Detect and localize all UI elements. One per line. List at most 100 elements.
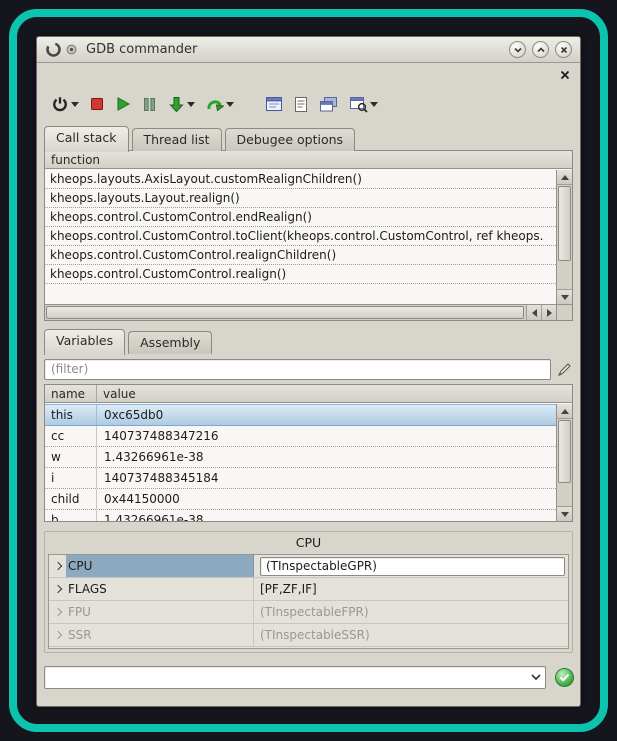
filter-input[interactable]	[44, 359, 551, 380]
variable-value: 140737488345184	[97, 468, 556, 488]
variable-name: cc	[45, 426, 97, 446]
callstack-row[interactable]: kheops.control.CustomControl.realign()	[45, 265, 556, 284]
stack-tabbar: Call stack Thread list Debugee options	[44, 127, 358, 151]
variables-panel: name value this 0xc65db0 cc 140737488347…	[44, 384, 573, 522]
scroll-right-icon[interactable]	[541, 305, 556, 320]
callstack-row[interactable]: kheops.control.CustomControl.endRealign(…	[45, 208, 556, 227]
titlebar[interactable]: GDB commander	[37, 37, 580, 63]
variable-row-w[interactable]: w 1.43266961e-38	[45, 447, 556, 468]
variable-name: w	[45, 447, 97, 467]
cpu-register-name[interactable]: FPU	[66, 601, 254, 623]
combo-dropdown-icon[interactable]	[527, 667, 545, 688]
command-row	[44, 665, 574, 689]
cpu-groupbox: CPU CPU (TInspectableGPR) FLAGS [PF,ZF,I…	[44, 531, 573, 653]
step-over-dropdown-icon[interactable]	[226, 102, 234, 107]
cpu-register-name[interactable]: SSR	[66, 624, 254, 646]
pause-button[interactable]	[140, 95, 159, 114]
variable-row-cc[interactable]: cc 140737488347216	[45, 426, 556, 447]
callstack-column-function[interactable]: function	[45, 151, 106, 168]
scroll-left-icon[interactable]	[526, 305, 541, 320]
step-into-button[interactable]	[166, 94, 197, 115]
callstack-header[interactable]: function	[45, 151, 572, 169]
expander-icon[interactable]	[49, 578, 66, 600]
variable-row-i[interactable]: i 140737488345184	[45, 468, 556, 489]
cpu-register-value: [PF,ZF,IF]	[254, 578, 568, 600]
power-dropdown-icon[interactable]	[71, 102, 79, 107]
variable-value: 1.43266961e-38	[97, 447, 556, 467]
expander-icon[interactable]	[49, 624, 66, 646]
run-button[interactable]	[113, 94, 133, 114]
command-input[interactable]	[45, 667, 527, 688]
inspect-button[interactable]	[347, 94, 380, 115]
step-over-button[interactable]	[204, 94, 236, 115]
show-log-button[interactable]	[292, 94, 310, 115]
scroll-up-icon[interactable]	[557, 404, 572, 419]
cpu-row-flags[interactable]: FLAGS [PF,ZF,IF]	[49, 578, 568, 601]
variables-header[interactable]: name value	[45, 385, 572, 403]
cpu-value-field[interactable]: (TInspectableGPR)	[260, 557, 565, 576]
variables-vertical-scrollbar[interactable]	[556, 404, 572, 521]
variable-value: 0xc65db0	[97, 405, 556, 425]
callstack-row[interactable]: kheops.control.CustomControl.toClient(kh…	[45, 227, 556, 246]
callstack-vertical-scrollbar[interactable]	[556, 170, 572, 304]
cpu-row-ssr[interactable]: SSR (TInspectableSSR)	[49, 624, 568, 647]
cpu-register-value: (TInspectableGPR)	[254, 555, 568, 577]
execute-button[interactable]	[555, 668, 574, 687]
scroll-track[interactable]	[557, 419, 572, 506]
cpu-row-fpu[interactable]: FPU (TInspectableFPR)	[49, 601, 568, 624]
scroll-thumb[interactable]	[558, 186, 571, 261]
app-menu-icon[interactable]	[65, 44, 77, 56]
shade-button[interactable]	[509, 41, 526, 58]
cpu-register-value: (TInspectableSSR)	[254, 624, 568, 646]
variable-name: i	[45, 468, 97, 488]
scrollbar-corner	[556, 304, 572, 320]
variables-rows: this 0xc65db0 cc 140737488347216 w 1.432…	[45, 404, 556, 521]
power-button[interactable]	[49, 93, 81, 115]
scroll-down-icon[interactable]	[557, 289, 572, 304]
cpu-register-name[interactable]: CPU	[66, 555, 254, 577]
maximize-button[interactable]	[532, 41, 549, 58]
tab-call-stack[interactable]: Call stack	[44, 126, 129, 152]
variables-column-name[interactable]: name	[45, 385, 97, 402]
variable-name: this	[45, 405, 97, 425]
app-icon	[45, 41, 62, 58]
variable-value: 140737488347216	[97, 426, 556, 446]
callstack-row[interactable]: kheops.control.CustomControl.realignChil…	[45, 246, 556, 265]
tab-thread-list[interactable]: Thread list	[132, 128, 222, 151]
variables-column-value[interactable]: value	[97, 385, 142, 402]
scroll-down-icon[interactable]	[557, 506, 572, 521]
show-windows-button[interactable]	[317, 94, 340, 115]
scroll-track[interactable]	[557, 185, 572, 289]
filter-pen-icon[interactable]	[556, 361, 572, 377]
tab-assembly[interactable]: Assembly	[128, 331, 212, 354]
variable-value: 0x44150000	[97, 489, 556, 509]
step-into-dropdown-icon[interactable]	[187, 102, 195, 107]
tab-debugee-options[interactable]: Debugee options	[225, 128, 356, 151]
cpu-row-cpu[interactable]: CPU (TInspectableGPR)	[49, 555, 568, 578]
cpu-register-value: (TInspectableFPR)	[254, 601, 568, 623]
callstack-horizontal-scrollbar[interactable]	[45, 304, 556, 320]
variable-name: child	[45, 489, 97, 509]
cpu-register-name[interactable]: FLAGS	[66, 578, 254, 600]
expander-icon[interactable]	[49, 555, 66, 577]
scroll-up-icon[interactable]	[557, 170, 572, 185]
scroll-track[interactable]	[45, 305, 526, 320]
gdb-commander-window: GDB commander	[36, 36, 581, 707]
variable-row-b[interactable]: b 1.43266961e-38	[45, 510, 556, 521]
show-form-button[interactable]	[263, 94, 285, 114]
variable-row-child[interactable]: child 0x44150000	[45, 489, 556, 510]
callstack-row[interactable]: kheops.layouts.AxisLayout.customRealignC…	[45, 170, 556, 189]
variable-row-this[interactable]: this 0xc65db0	[45, 404, 556, 426]
scroll-thumb[interactable]	[46, 306, 524, 319]
command-combobox[interactable]	[44, 666, 546, 689]
panel-close-icon[interactable]	[559, 69, 571, 81]
callstack-row[interactable]: kheops.layouts.Layout.realign()	[45, 189, 556, 208]
close-button[interactable]	[555, 41, 572, 58]
callstack-panel: function kheops.layouts.AxisLayout.custo…	[44, 150, 573, 321]
scroll-thumb[interactable]	[558, 420, 571, 483]
filter-row	[44, 358, 573, 380]
expander-icon[interactable]	[49, 601, 66, 623]
stop-button[interactable]	[88, 95, 106, 113]
inspect-dropdown-icon[interactable]	[370, 102, 378, 107]
tab-variables[interactable]: Variables	[44, 329, 125, 355]
